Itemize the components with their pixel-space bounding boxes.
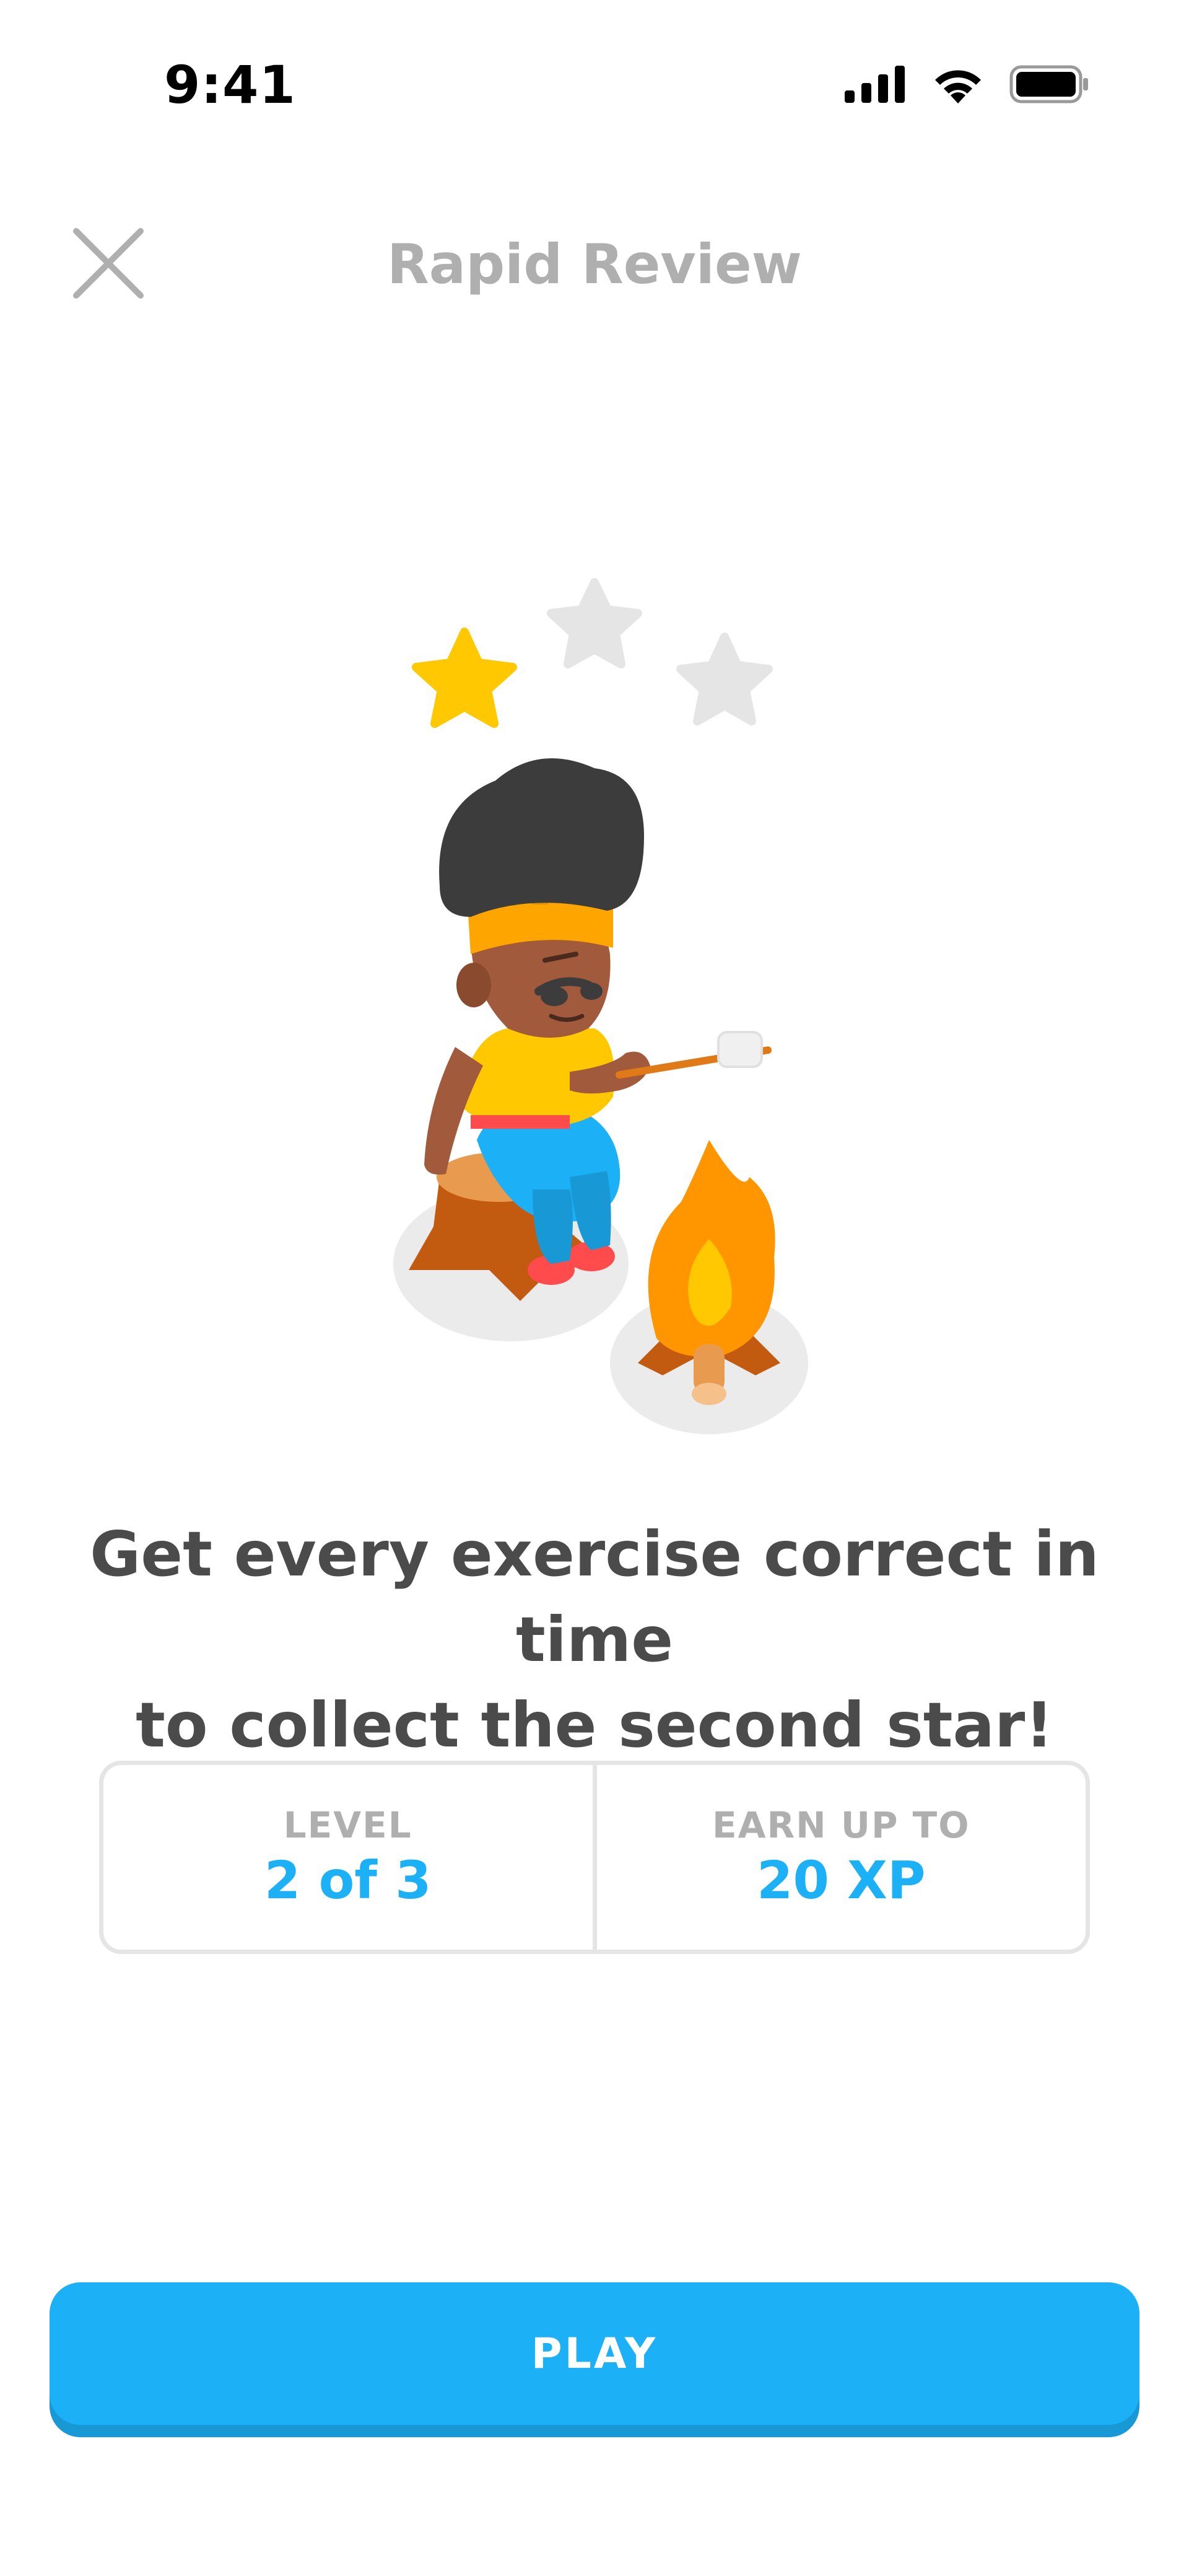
star-empty-icon (547, 578, 642, 668)
play-button-label: PLAY (531, 2329, 658, 2378)
signal-icon (845, 66, 905, 103)
campfire-icon (638, 1140, 780, 1405)
level-value: 2 of 3 (264, 1850, 432, 1911)
instruction-line-1: Get every exercise correct in time (90, 1518, 1099, 1676)
instruction-line-2: to collect the second star! (136, 1689, 1053, 1761)
info-card: LEVEL 2 of 3 EARN UP TO 20 XP (99, 1761, 1090, 1954)
header: Rapid Review (0, 204, 1189, 322)
star-empty-icon (676, 633, 773, 725)
page-title: Rapid Review (387, 232, 802, 296)
wifi-icon (935, 70, 981, 103)
star-filled-icon (412, 628, 517, 728)
xp-label: EARN UP TO (712, 1804, 970, 1846)
level-cell: LEVEL 2 of 3 (103, 1765, 593, 1950)
xp-value: 20 XP (757, 1850, 926, 1911)
instruction-text: Get every exercise correct in time to co… (37, 1512, 1152, 1768)
campfire-illustration (347, 558, 842, 1462)
level-label: LEVEL (283, 1804, 412, 1846)
status-time: 9:41 (164, 55, 296, 115)
status-bar: 9:41 (0, 0, 1189, 161)
play-button[interactable]: PLAY (50, 2282, 1139, 2425)
xp-cell: EARN UP TO 20 XP (597, 1765, 1086, 1950)
battery-icon (1009, 65, 1088, 103)
info-divider (592, 1765, 597, 1950)
status-icons (845, 65, 1090, 103)
